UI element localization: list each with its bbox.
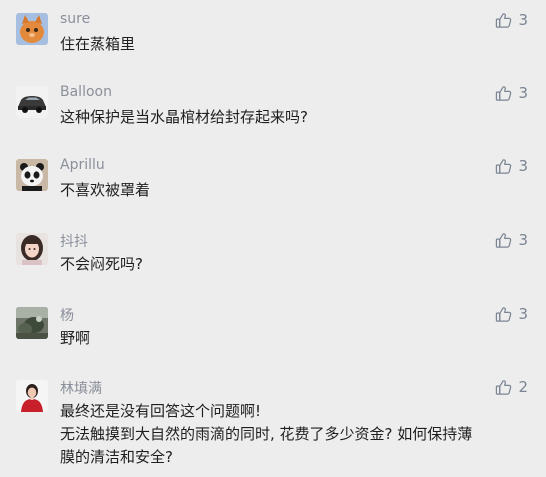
thumbs-up-icon <box>496 232 512 248</box>
car-avatar-icon <box>16 86 48 118</box>
avatar[interactable] <box>16 13 48 45</box>
avatar[interactable] <box>16 233 48 265</box>
comment-author[interactable]: Aprillu <box>60 157 105 173</box>
comment-line: 住在蒸箱里 <box>60 35 136 53</box>
like-button[interactable]: 3 <box>495 230 528 250</box>
comment-text: 野啊 <box>60 327 530 350</box>
comment-line: 不会闷死吗? <box>60 255 143 273</box>
thumbs-up-icon <box>496 12 512 28</box>
comment-text: 这种保护是当水晶棺材给封存起来吗? <box>60 106 530 129</box>
landscape-avatar-icon <box>16 307 48 339</box>
avatar[interactable] <box>16 86 48 118</box>
like-count: 3 <box>518 84 528 102</box>
like-count: 3 <box>518 11 528 29</box>
panda-avatar-icon <box>16 159 48 191</box>
like-button[interactable]: 3 <box>495 83 528 103</box>
like-count: 3 <box>518 231 528 249</box>
comment-line: 野啊 <box>60 329 91 347</box>
comment-text: 不会闷死吗? <box>60 253 530 276</box>
like-count: 2 <box>518 378 528 396</box>
comment-text: 住在蒸箱里 <box>60 33 530 56</box>
comment-author[interactable]: 抖抖 <box>60 231 88 251</box>
like-count: 3 <box>518 305 528 323</box>
thumbs-up-icon <box>496 158 512 174</box>
girl-avatar-icon <box>16 233 48 265</box>
comment-line: 不喜欢被罩着 <box>60 181 151 199</box>
comment-line: 无法触摸到大自然的雨滴的同时, 花费了多少资金? 如何保持薄 <box>60 425 473 443</box>
avatar[interactable] <box>16 380 48 412</box>
comment-author[interactable]: sure <box>60 11 90 27</box>
comment-text: 不喜欢被罩着 <box>60 179 530 202</box>
comment-line: 这种保护是当水晶棺材给封存起来吗? <box>60 108 308 126</box>
comment-line: 最终还是没有回答这个问题啊! <box>60 402 262 420</box>
thumbs-up-icon <box>496 306 512 322</box>
comment-author[interactable]: Balloon <box>60 84 112 100</box>
comment-list: sure 3 住在蒸箱里 Balloon 3 这种保护是当水晶棺材给封存起来吗?… <box>0 0 546 477</box>
like-button[interactable]: 3 <box>495 304 528 324</box>
orange-cat-avatar-icon <box>16 13 48 45</box>
comment-author[interactable]: 林填满 <box>60 378 102 398</box>
avatar[interactable] <box>16 159 48 191</box>
comment-line: 膜的清洁和安全? <box>60 448 173 466</box>
person-red-avatar-icon <box>16 380 48 412</box>
comment-text: 最终还是没有回答这个问题啊! 无法触摸到大自然的雨滴的同时, 花费了多少资金? … <box>60 400 530 469</box>
avatar[interactable] <box>16 307 48 339</box>
like-count: 3 <box>518 157 528 175</box>
thumbs-up-icon <box>496 85 512 101</box>
thumbs-up-icon <box>496 379 512 395</box>
comment-author[interactable]: 杨 <box>60 305 74 325</box>
like-button[interactable]: 3 <box>495 156 528 176</box>
like-button[interactable]: 3 <box>495 10 528 30</box>
like-button[interactable]: 2 <box>495 377 528 397</box>
